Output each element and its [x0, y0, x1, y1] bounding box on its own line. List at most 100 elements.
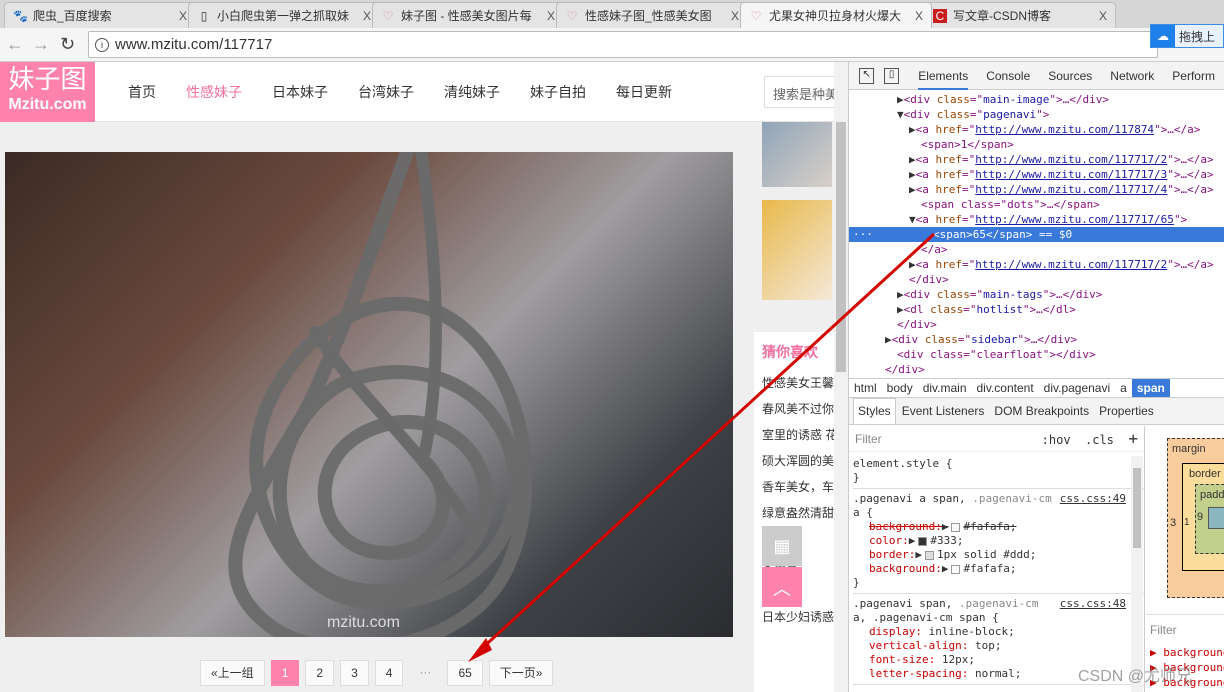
page-button[interactable]: 1	[270, 660, 300, 686]
browser-tab[interactable]: ♡ 性感妹子图_性感美女图 X	[556, 2, 748, 28]
color-swatch[interactable]	[924, 550, 934, 560]
dom-node[interactable]: <div class="clearfloat"></div>	[849, 347, 1224, 362]
expand-arrow-icon[interactable]: ▼	[909, 213, 916, 226]
site-logo[interactable]: 妹子图 Mzitu.com	[0, 62, 95, 122]
menu-item[interactable]: 首页	[128, 82, 156, 102]
close-tab-icon[interactable]: X	[363, 9, 371, 23]
close-tab-icon[interactable]: X	[179, 9, 187, 23]
styles-tab[interactable]: DOM Breakpoints	[990, 404, 1093, 418]
dom-node[interactable]: </a>	[849, 242, 1224, 257]
expand-arrow-icon[interactable]: ▶	[942, 520, 949, 533]
breadcrumb-item[interactable]: div.pagenavi	[1039, 381, 1116, 395]
expand-arrow-icon[interactable]: ▶	[897, 93, 904, 106]
expand-arrow-icon[interactable]: ▶	[909, 534, 916, 547]
dom-node[interactable]: <span class="dots">…</span>	[849, 197, 1224, 212]
styles-tab[interactable]: Event Listeners	[898, 404, 989, 418]
expand-arrow-icon[interactable]: ▶	[909, 258, 916, 271]
computed-property[interactable]: ▶ background	[1146, 645, 1224, 660]
forward-button[interactable]: →	[32, 34, 50, 55]
dom-node[interactable]: ▶<a href="http://www.mzitu.com/117717/2"…	[849, 257, 1224, 272]
close-tab-icon[interactable]: X	[547, 9, 555, 23]
menu-item[interactable]: 每日更新	[616, 82, 672, 102]
close-tab-icon[interactable]: X	[1099, 9, 1107, 23]
devtools-tab-elements[interactable]: Elements	[918, 69, 969, 90]
page-button[interactable]: 2	[305, 660, 335, 686]
browser-tab[interactable]: C 写文章-CSDN博客 X	[924, 2, 1116, 28]
sidebar-thumbnail[interactable]	[762, 200, 832, 300]
back-button[interactable]: ←	[6, 34, 24, 55]
devtools-tab-network[interactable]: Network	[1110, 69, 1154, 83]
devtools-tab-perform[interactable]: Perform	[1172, 69, 1215, 83]
expand-arrow-icon[interactable]: ▶	[909, 153, 916, 166]
recommend-link[interactable]: 硕大浑圆的美	[762, 448, 834, 474]
sidebar-thumbnail[interactable]	[762, 122, 832, 187]
expand-arrow-icon[interactable]: ▶	[942, 562, 949, 575]
devtools-tab-sources[interactable]: Sources	[1048, 69, 1092, 83]
expand-arrow-icon[interactable]: ▶	[1150, 646, 1163, 659]
border-value[interactable]: 1	[1184, 517, 1190, 528]
styles-tab[interactable]: Properties	[1095, 404, 1158, 418]
breadcrumb-item[interactable]: span	[1131, 379, 1170, 397]
close-tab-icon[interactable]: X	[915, 9, 923, 23]
dom-node[interactable]: ··· <span>65</span> == $0	[849, 227, 1224, 242]
device-toolbar-icon[interactable]: ▯	[884, 67, 900, 84]
rule-source-link[interactable]: css.css:48	[1060, 597, 1126, 611]
css-property[interactable]: display: inline-block;	[853, 625, 1144, 639]
expand-arrow-icon[interactable]: ▶	[909, 123, 916, 136]
menu-item[interactable]: 性感妹子	[186, 82, 242, 102]
menu-item[interactable]: 台湾妹子	[358, 82, 414, 102]
recommend-link[interactable]: 室里的诱惑 花	[762, 422, 834, 448]
menu-item[interactable]: 妹子自拍	[530, 82, 586, 102]
back-to-top-button[interactable]: ︿	[762, 567, 802, 607]
computed-filter-input[interactable]: Filter	[1146, 615, 1224, 645]
dom-node[interactable]: ▶<dl class="hotlist">…</dl>	[849, 302, 1224, 317]
browser-tab[interactable]: ▯ 小白爬虫第一弹之抓取妹 X	[188, 2, 380, 28]
color-swatch[interactable]	[918, 536, 928, 546]
dom-node[interactable]: ▶<div class="main-image">…</div>	[849, 92, 1224, 107]
extension-button[interactable]: ☁ 拖拽上	[1150, 24, 1224, 48]
expand-arrow-icon[interactable]: ▶	[897, 303, 904, 316]
menu-item[interactable]: 清纯妹子	[444, 82, 500, 102]
expand-arrow-icon[interactable]: ▶	[885, 333, 892, 346]
search-input[interactable]: 搜索是种美德	[764, 76, 844, 108]
dom-link[interactable]: http://www.mzitu.com/117717/2	[975, 258, 1167, 271]
dom-node[interactable]: <span>1</span>	[849, 137, 1224, 152]
recommend-link[interactable]: 香车美女，车	[762, 474, 834, 500]
page-scrollbar[interactable]	[834, 62, 848, 692]
dom-link[interactable]: http://www.mzitu.com/117717/65	[975, 213, 1174, 226]
next-page-button[interactable]: 下一页»	[488, 660, 554, 686]
prev-group-button[interactable]: «上一组	[200, 660, 265, 686]
padding-value[interactable]: 9	[1197, 511, 1203, 523]
dom-node[interactable]: ▶<div class="sidebar">…</div>	[849, 332, 1224, 347]
styles-tab[interactable]: Styles	[853, 398, 896, 424]
page-button-last[interactable]: 65	[447, 660, 483, 686]
css-property[interactable]: color:▶ #333;	[853, 534, 1144, 548]
expand-arrow-icon[interactable]: ▶	[909, 168, 916, 181]
expand-arrow-icon[interactable]: ▶	[909, 183, 916, 196]
reload-button[interactable]: ↻	[60, 34, 75, 55]
scrollbar-thumb[interactable]	[836, 122, 846, 372]
recommend-link[interactable]: 春风美不过你	[762, 396, 834, 422]
dom-ellipsis[interactable]: ···	[853, 227, 873, 242]
dom-node[interactable]: ▼<div class="pagenavi">	[849, 107, 1224, 122]
breadcrumb-item[interactable]: div.content	[972, 381, 1039, 395]
css-property[interactable]: border:▶ 1px solid #ddd;	[853, 548, 1144, 562]
dom-node[interactable]: ▼<a href="http://www.mzitu.com/117717/65…	[849, 212, 1224, 227]
add-rule-button[interactable]: +	[1128, 429, 1138, 448]
dom-link[interactable]: http://www.mzitu.com/117717/2	[975, 153, 1167, 166]
url-input[interactable]: i www.mzitu.com/117717	[88, 31, 1158, 58]
page-button[interactable]: 4	[374, 660, 404, 686]
info-icon[interactable]: i	[95, 37, 109, 52]
recommend-link[interactable]: 日本少妇诱惑	[762, 604, 834, 630]
browser-tab[interactable]: 🐾 爬虫_百度搜索 X	[4, 2, 196, 28]
cls-toggle[interactable]: .cls	[1085, 433, 1114, 447]
color-swatch[interactable]	[951, 522, 961, 532]
devtools-tab-console[interactable]: Console	[986, 69, 1030, 83]
dom-node[interactable]: ▶<a href="http://www.mzitu.com/117717/3"…	[849, 167, 1224, 182]
dom-link[interactable]: http://www.mzitu.com/117717/4	[975, 183, 1167, 196]
css-property[interactable]: background:▶ #fafafa;	[853, 562, 1144, 576]
dom-node[interactable]: ▶<div class="main-tags">…</div>	[849, 287, 1224, 302]
page-button[interactable]: 3	[340, 660, 369, 686]
main-image[interactable]: mzitu.com	[5, 152, 733, 637]
dom-link[interactable]: http://www.mzitu.com/117874	[975, 123, 1154, 136]
